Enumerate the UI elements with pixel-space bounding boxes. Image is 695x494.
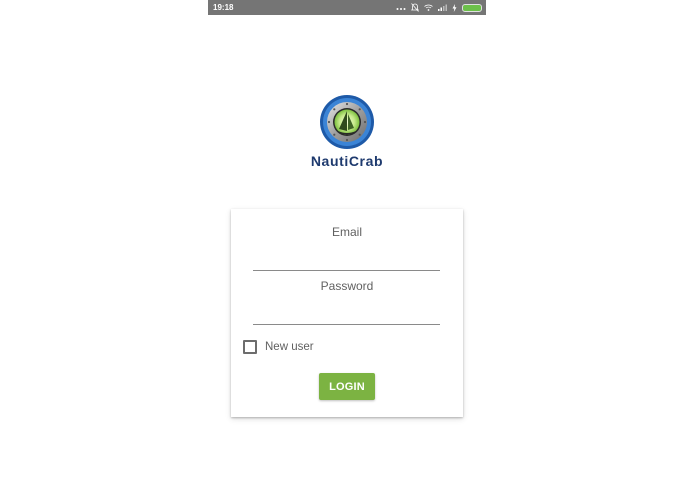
logo-wordmark: NautiCrab bbox=[310, 153, 384, 169]
login-card: Email Password New user LOGIN bbox=[231, 209, 463, 417]
charging-icon bbox=[452, 3, 457, 12]
status-icons bbox=[396, 0, 482, 15]
new-user-checkbox[interactable] bbox=[243, 340, 257, 354]
status-time: 19:18 bbox=[213, 3, 234, 12]
login-button[interactable]: LOGIN bbox=[319, 373, 375, 400]
password-label: Password bbox=[320, 279, 374, 293]
wifi-icon bbox=[424, 4, 433, 11]
signal-icon bbox=[438, 4, 447, 11]
porthole-logo-icon bbox=[320, 95, 374, 149]
email-label: Email bbox=[331, 225, 362, 239]
notifications-off-icon bbox=[411, 3, 419, 12]
battery-icon bbox=[462, 3, 482, 12]
new-user-label[interactable]: New user bbox=[265, 341, 314, 353]
password-field[interactable] bbox=[253, 304, 440, 325]
app-screen: 19:18 NautiCrab Email Password New user … bbox=[208, 0, 486, 494]
new-user-row[interactable]: New user bbox=[243, 339, 314, 355]
status-bar: 19:18 bbox=[208, 0, 486, 15]
email-field[interactable] bbox=[253, 250, 440, 271]
more-icon bbox=[396, 5, 406, 11]
app-logo: NautiCrab bbox=[296, 94, 398, 174]
